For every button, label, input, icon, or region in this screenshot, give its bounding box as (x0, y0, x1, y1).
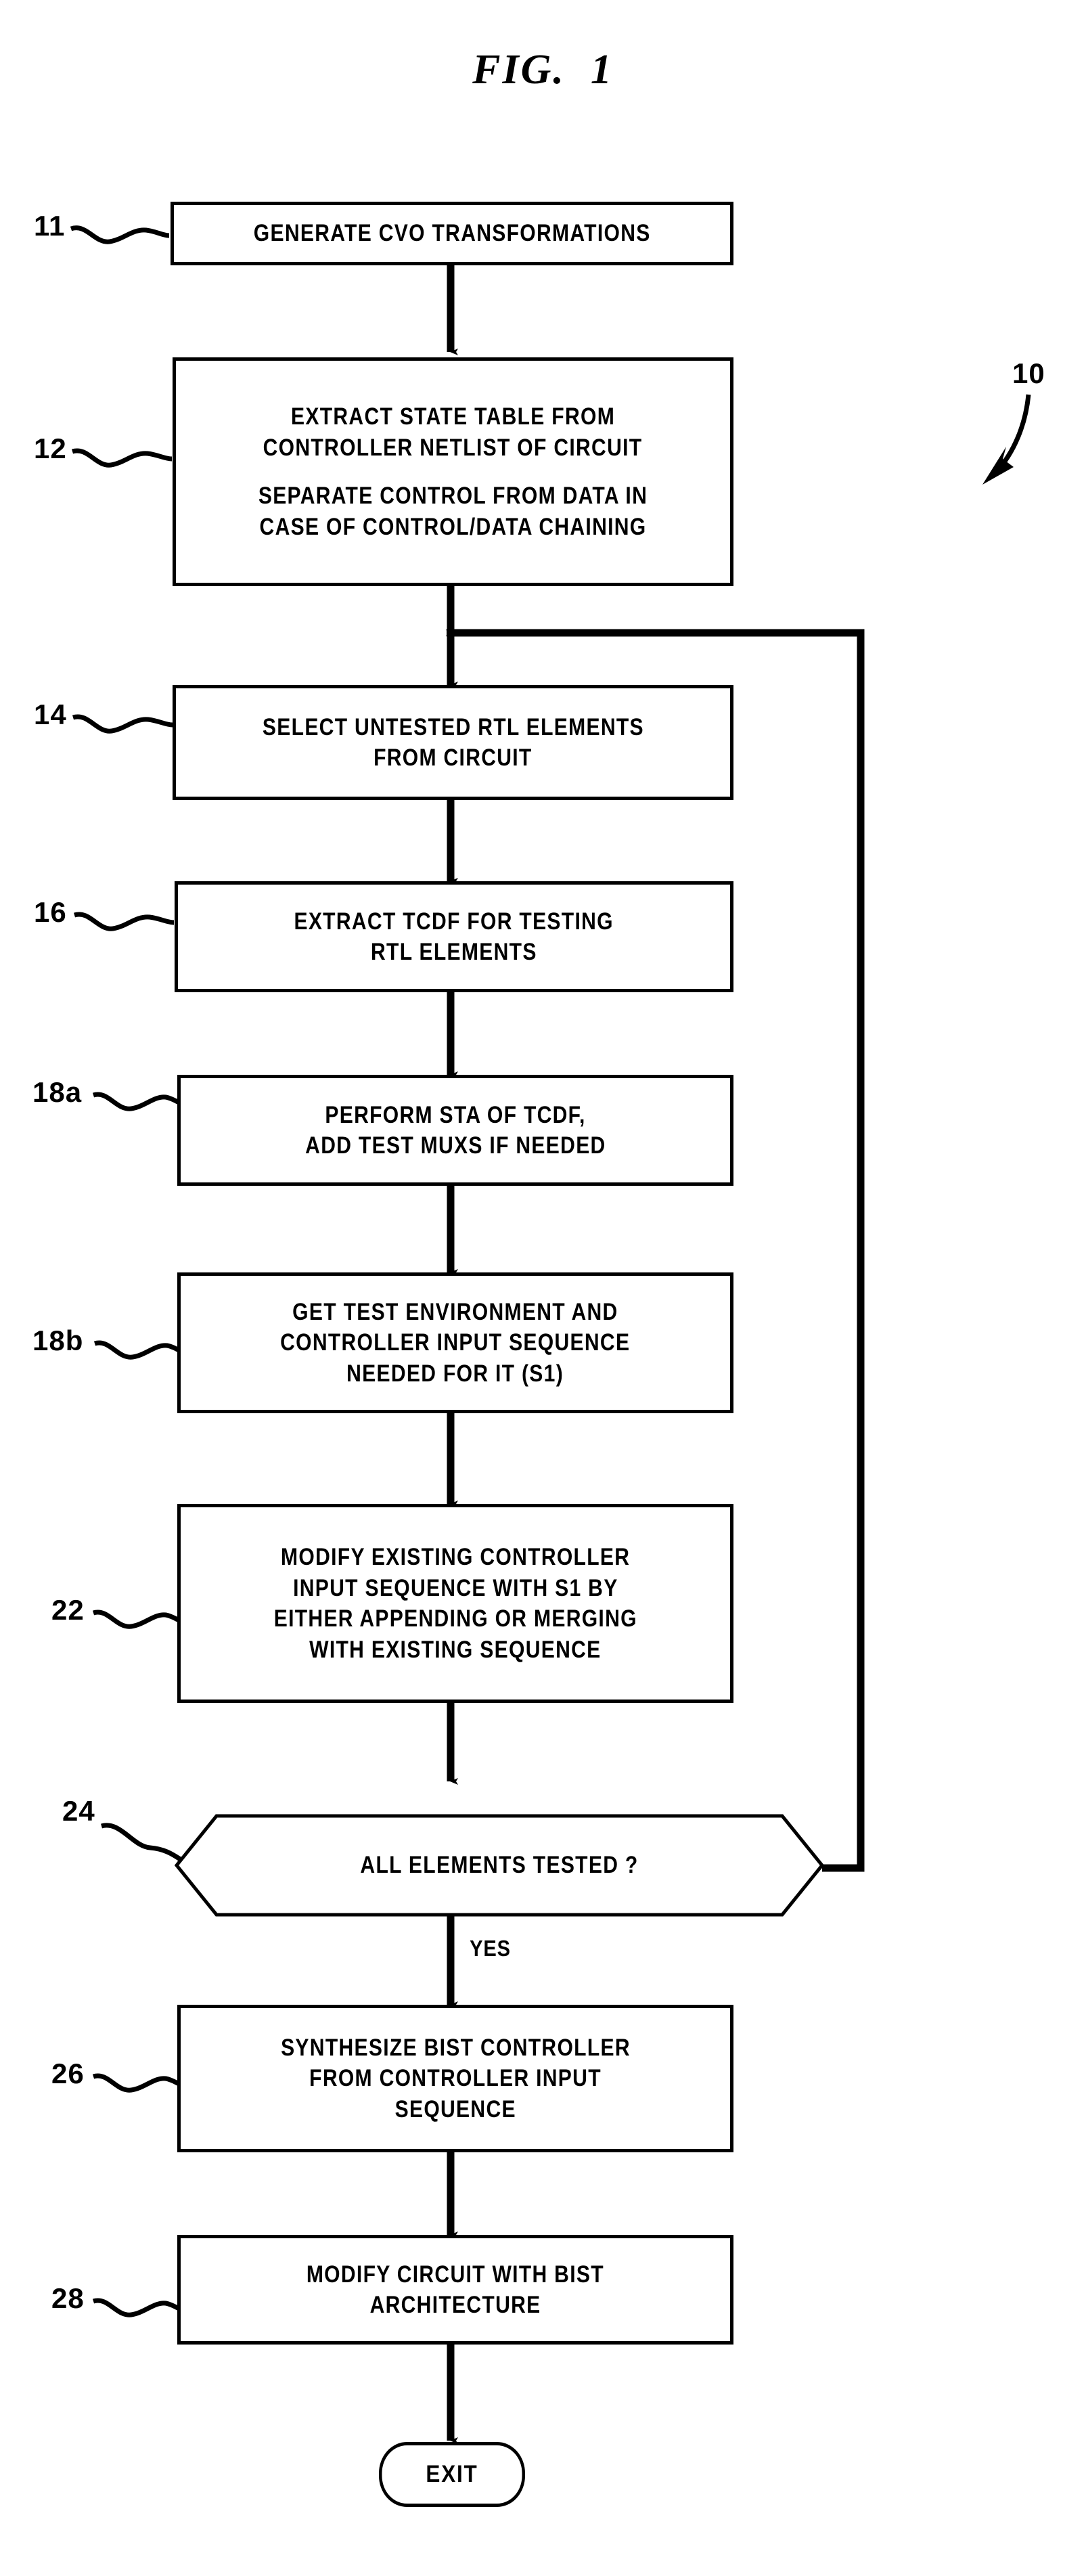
node-line: SEPARATE CONTROL FROM DATA IN (258, 483, 648, 509)
figure-1-flowchart: FIG. 1 11 12 14 16 18a 18b 22 24 26 28 1… (0, 0, 1086, 2576)
node-line: INPUT SEQUENCE WITH S1 BY (292, 1574, 618, 1601)
node-line: CONTROLLER NETLIST OF CIRCUIT (263, 434, 643, 461)
process-box-extract-state-table[interactable]: EXTRACT STATE TABLE FROM CONTROLLER NETL… (173, 357, 733, 586)
process-box-modify-circuit-with-bist[interactable]: MODIFY CIRCUIT WITH BIST ARCHITECTURE (177, 2235, 733, 2345)
reference-numeral-10: 10 (1012, 357, 1045, 389)
process-box-get-test-environment[interactable]: GET TEST ENVIRONMENT AND CONTROLLER INPU… (177, 1272, 733, 1413)
terminator-label: EXIT (426, 2461, 478, 2487)
node-line: FROM CIRCUIT (374, 745, 533, 771)
decision-box-all-elements-tested[interactable]: ALL ELEMENTS TESTED ? (175, 1814, 824, 1917)
reference-numeral-16: 16 (34, 896, 67, 928)
node-line: EITHER APPENDING OR MERGING (273, 1605, 637, 1632)
node-line: GET TEST ENVIRONMENT AND (292, 1298, 618, 1325)
node-line: EXTRACT TCDF FOR TESTING (294, 908, 614, 935)
node-line: ADD TEST MUXS IF NEEDED (304, 1132, 606, 1159)
reference-numeral-22: 22 (51, 1594, 85, 1626)
node-line: RTL ELEMENTS (371, 939, 537, 965)
node-line: EXTRACT STATE TABLE FROM (290, 403, 616, 430)
node-line: FROM CONTROLLER INPUT (309, 2065, 602, 2092)
node-line: SELECT UNTESTED RTL ELEMENTS (262, 713, 644, 740)
terminator-exit[interactable]: EXIT (379, 2442, 525, 2507)
reference-numeral-11: 11 (34, 210, 66, 242)
reference-numeral-26: 26 (51, 2058, 85, 2089)
reference-numeral-12: 12 (34, 432, 67, 464)
node-line: MODIFY CIRCUIT WITH BIST (306, 2261, 605, 2288)
node-line: MODIFY EXISTING CONTROLLER (280, 1544, 631, 1570)
process-box-extract-tcdf[interactable]: EXTRACT TCDF FOR TESTING RTL ELEMENTS (175, 881, 733, 992)
decision-label: ALL ELEMENTS TESTED ? (360, 1852, 639, 1878)
node-line: SYNTHESIZE BIST CONTROLLER (280, 2034, 631, 2061)
process-box-generate-cvo-transformations[interactable]: GENERATE CVO TRANSFORMATIONS (171, 202, 733, 265)
reference-numeral-18a: 18a (32, 1076, 83, 1108)
node-line: WITH EXISTING SEQUENCE (309, 1636, 602, 1663)
figure-title: FIG. 1 (472, 47, 614, 93)
node-line: GENERATE CVO TRANSFORMATIONS (253, 220, 651, 247)
node-line: NEEDED FOR IT (S1) (346, 1360, 564, 1387)
branch-label-yes: YES (470, 1936, 511, 1961)
reference-numeral-14: 14 (34, 698, 67, 730)
node-line: SEQUENCE (394, 2095, 516, 2123)
process-box-synthesize-bist-controller[interactable]: SYNTHESIZE BIST CONTROLLER FROM CONTROLL… (177, 2005, 733, 2152)
process-box-select-untested-rtl-elements[interactable]: SELECT UNTESTED RTL ELEMENTS FROM CIRCUI… (173, 685, 733, 800)
node-line: CONTROLLER INPUT SEQUENCE (280, 1329, 631, 1356)
reference-numeral-18b: 18b (32, 1325, 84, 1356)
node-line: ARCHITECTURE (369, 2292, 541, 2318)
process-box-modify-existing-controller-input-sequence[interactable]: MODIFY EXISTING CONTROLLER INPUT SEQUENC… (177, 1504, 733, 1703)
reference-numeral-24: 24 (62, 1795, 95, 1827)
reference-numeral-28: 28 (51, 2282, 85, 2314)
process-box-perform-sta-of-tcdf[interactable]: PERFORM STA OF TCDF, ADD TEST MUXS IF NE… (177, 1075, 733, 1186)
node-line: PERFORM STA OF TCDF, (325, 1101, 586, 1128)
node-line: CASE OF CONTROL/DATA CHAINING (259, 513, 647, 540)
